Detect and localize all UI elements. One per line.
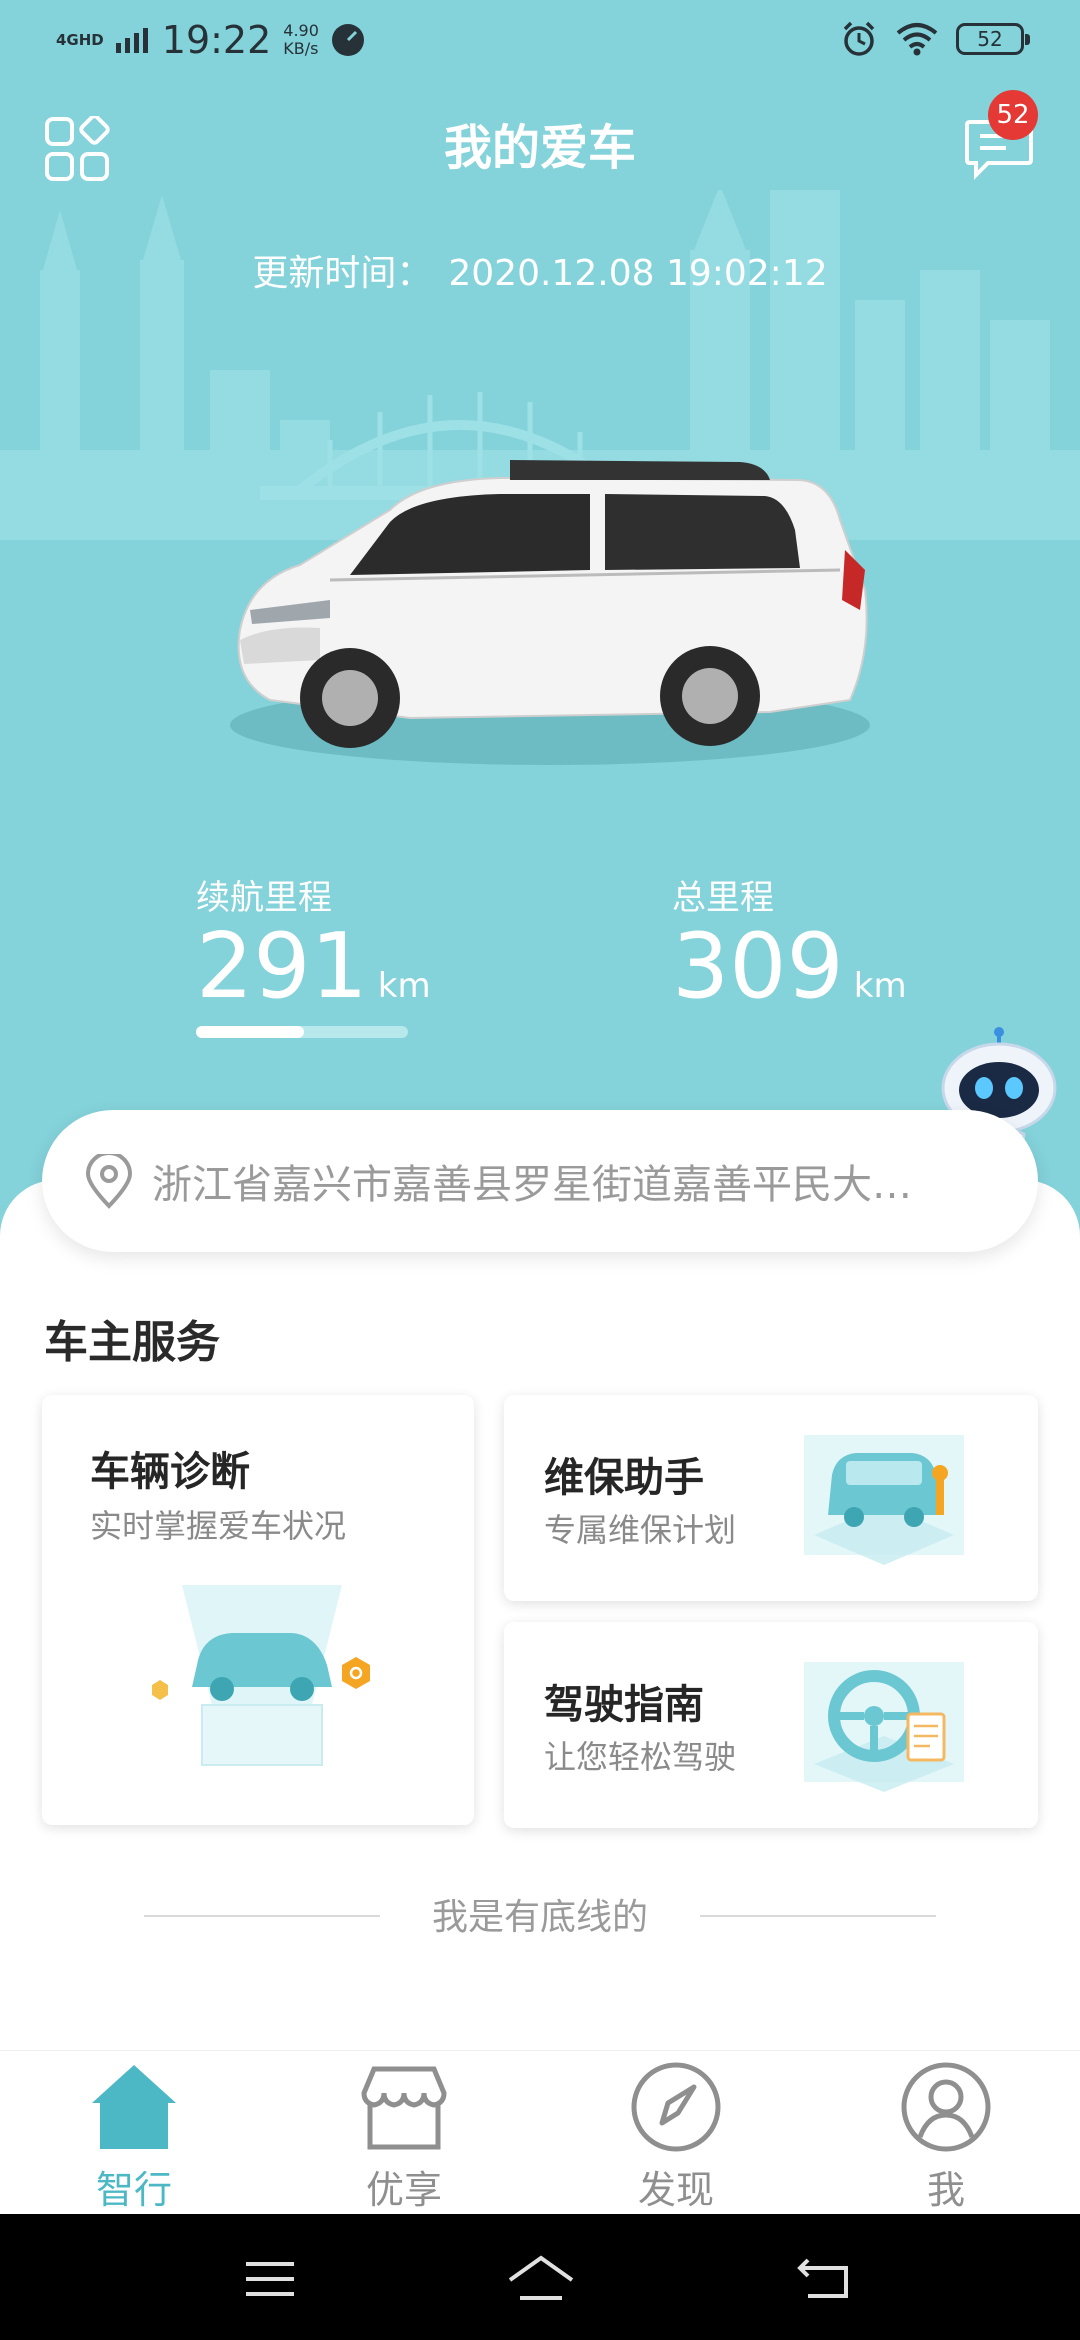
person-icon <box>901 2062 991 2152</box>
network-speed: 4.90 KB/s <box>283 21 319 58</box>
car-image[interactable] <box>210 450 890 780</box>
driving-guide-title: 驾驶指南 <box>544 1682 704 1728</box>
shop-icon <box>361 2066 447 2150</box>
network-indicator: 4GHD <box>56 31 104 49</box>
driving-guide-card[interactable]: 驾驶指南 让您轻松驾驶 <box>504 1622 1038 1828</box>
location-bar[interactable]: 浙江省嘉兴市嘉善县罗星街道嘉善平民大… <box>42 1110 1038 1252</box>
range-progress-bar <box>196 1026 408 1038</box>
total-mileage-label: 总里程 <box>672 878 774 918</box>
tab-discover[interactable]: 发现 <box>576 2059 776 2214</box>
hero-section: 4GHD 19:22 4.90 KB/s 52 我的爱车 52 更新时间： 20… <box>0 0 1080 1240</box>
vehicle-diagnosis-card[interactable]: 车辆诊断 实时掌握爱车状况 <box>42 1395 474 1825</box>
tab-me[interactable]: 我 <box>846 2059 1046 2214</box>
system-nav-bar <box>0 2214 1080 2340</box>
tab-label: 我 <box>926 2168 965 2212</box>
back-icon[interactable] <box>796 2256 850 2300</box>
home-nav-icon[interactable] <box>506 2254 576 2302</box>
menu-icon[interactable] <box>244 2260 296 2298</box>
maintenance-title: 维保助手 <box>544 1455 704 1501</box>
steering-wheel-icon <box>804 1662 964 1792</box>
car-maintenance-icon <box>804 1435 964 1565</box>
alarm-icon <box>843 21 875 56</box>
clock: 19:22 <box>161 18 272 62</box>
location-address: 浙江省嘉兴市嘉善县罗星街道嘉善平民大… <box>152 1162 912 1208</box>
tab-smart-drive[interactable]: 智行 <box>34 2059 234 2214</box>
battery-indicator: 52 <box>956 23 1030 55</box>
total-mileage-stat: 总里程 309 km <box>672 870 907 1034</box>
compass-icon <box>631 2062 721 2152</box>
footer-divider-right <box>700 1915 936 1917</box>
owner-services-title: 车主服务 <box>44 1317 220 1368</box>
range-label: 续航里程 <box>196 878 332 918</box>
car-diagnosis-icon <box>152 1585 370 1766</box>
maintenance-subtitle: 专属维保计划 <box>544 1511 737 1549</box>
signal-icon <box>115 28 148 53</box>
tab-label: 发现 <box>637 2168 714 2212</box>
message-badge: 52 <box>988 90 1038 140</box>
wifi-icon <box>896 23 938 56</box>
diagnosis-subtitle: 实时掌握爱车状况 <box>90 1507 347 1545</box>
tab-label: 智行 <box>95 2168 172 2212</box>
maintenance-assistant-card[interactable]: 维保助手 专属维保计划 <box>504 1395 1038 1601</box>
driving-guide-subtitle: 让您轻松驾驶 <box>544 1738 737 1776</box>
location-pin-icon <box>85 1154 133 1209</box>
diagnosis-title: 车辆诊断 <box>90 1449 250 1495</box>
update-label: 更新时间： <box>252 253 433 294</box>
range-value: 291 km <box>196 914 431 1019</box>
end-of-list-text: 我是有底线的 <box>431 1897 648 1938</box>
range-progress-fill <box>196 1026 305 1038</box>
page-title: 我的爱车 <box>443 120 636 176</box>
update-time: 更新时间： 2020.12.08 19:02:12 <box>0 244 1080 296</box>
tab-benefits[interactable]: 优享 <box>304 2059 504 2214</box>
update-value: 2020.12.08 19:02:12 <box>448 253 828 294</box>
tab-label: 优享 <box>365 2168 442 2212</box>
speedometer-icon <box>331 24 364 56</box>
status-bar: 4GHD 19:22 4.90 KB/s 52 <box>0 0 1080 84</box>
total-mileage-value: 309 km <box>672 914 907 1019</box>
home-icon <box>92 2065 176 2149</box>
bottom-tab-bar: 智行 优享 发现 我 <box>0 2050 1080 2215</box>
range-stat: 续航里程 291 km <box>196 870 431 1034</box>
